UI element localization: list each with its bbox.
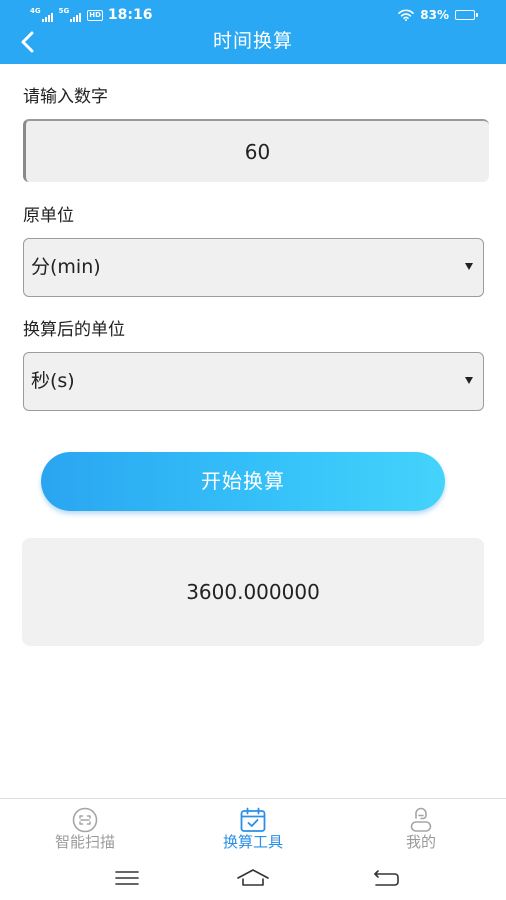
tab-label: 我的: [405, 833, 436, 851]
convert-button[interactable]: 开始换算: [41, 452, 445, 511]
tab-smart-scan[interactable]: 智能扫描: [25, 799, 145, 859]
result-value: 3600.000000: [186, 580, 320, 604]
number-input-label: 请输入数字: [23, 87, 108, 107]
status-time: 18:16: [107, 7, 153, 23]
battery-icon: [455, 10, 478, 20]
tab-conversion-tools[interactable]: 换算工具: [193, 799, 313, 859]
target-unit-label: 换算后的单位: [23, 320, 125, 340]
result-panel: 3600.000000: [22, 538, 484, 646]
signal-icon: [70, 12, 82, 22]
status-left: 4G 5G HD 18:16: [30, 7, 153, 23]
wifi-icon: [398, 9, 415, 21]
system-navigation-bar: [0, 860, 506, 900]
home-icon: [237, 869, 269, 886]
profile-icon: [410, 807, 432, 832]
source-unit-value: 分(min): [31, 256, 101, 278]
network-type-2: 5G: [58, 7, 70, 15]
bottom-tab-bar: 智能扫描 换算工具 我的: [0, 798, 506, 861]
back-system-button[interactable]: [366, 864, 406, 892]
target-unit-select[interactable]: 秒(s): [23, 352, 484, 411]
signal-icon: [41, 12, 54, 22]
hd-voice-badge: HD: [87, 9, 103, 21]
network-indicator-2: 5G: [59, 8, 83, 22]
tab-label: 换算工具: [222, 833, 283, 851]
source-unit-select[interactable]: 分(min): [23, 238, 484, 297]
source-unit-label: 原单位: [23, 206, 74, 226]
home-button[interactable]: [233, 864, 273, 892]
target-unit-value: 秒(s): [31, 370, 75, 392]
page-title: 时间换算: [212, 30, 293, 52]
smart-scan-icon: [72, 807, 98, 833]
nav-bar: 时间换算: [0, 24, 506, 60]
return-icon: [374, 870, 399, 886]
calendar-check-icon: [240, 807, 266, 832]
status-right: 83%: [398, 7, 478, 23]
dropdown-arrow-icon: [465, 377, 473, 384]
network-indicator-1: 4G: [30, 8, 54, 22]
number-input[interactable]: [23, 119, 489, 182]
tab-profile[interactable]: 我的: [361, 799, 481, 859]
tab-label: 智能扫描: [54, 833, 115, 851]
menu-button[interactable]: [107, 864, 147, 892]
dropdown-arrow-icon: [465, 263, 473, 270]
battery-percentage: 83%: [420, 8, 449, 22]
app-header: 4G 5G HD 18:16 83% 时间换算: [0, 0, 506, 64]
network-type-1: 4G: [30, 7, 41, 15]
menu-icon: [115, 871, 139, 885]
